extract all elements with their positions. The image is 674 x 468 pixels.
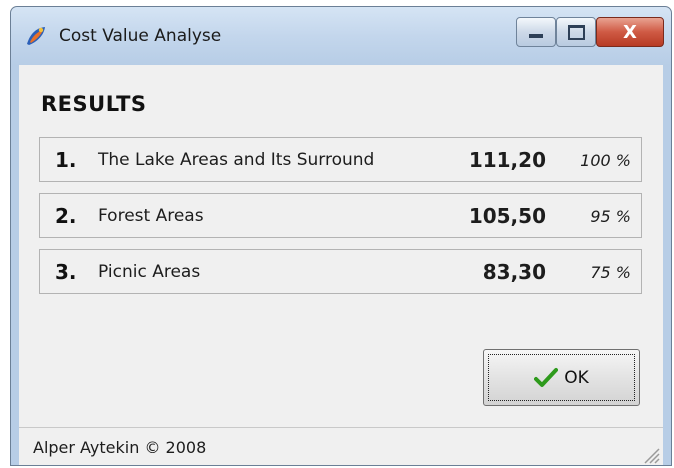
result-value: 105,50 <box>468 204 546 228</box>
result-percent: 95 % <box>590 207 631 226</box>
checkmark-icon <box>534 367 559 387</box>
result-row: 2. Forest Areas 105,50 95 % <box>39 193 642 238</box>
minimize-button[interactable] <box>516 17 556 47</box>
result-label: The Lake Areas and Its Surround <box>98 150 375 170</box>
results-heading: RESULTS <box>41 92 147 116</box>
minimize-icon <box>529 34 543 38</box>
result-rank: 2. <box>55 204 77 228</box>
resize-grip-icon[interactable] <box>641 445 661 465</box>
result-row: 1. The Lake Areas and Its Surround 111,2… <box>39 137 642 182</box>
result-label: Picnic Areas <box>98 262 201 282</box>
app-icon <box>27 27 45 45</box>
ok-button[interactable]: OK <box>483 349 640 406</box>
close-icon: X <box>623 21 637 43</box>
status-bar: Alper Aytekin © 2008 <box>19 427 663 465</box>
close-button[interactable]: X <box>596 17 664 47</box>
title-bar[interactable]: Cost Value Analyse X <box>11 7 671 65</box>
result-value: 83,30 <box>482 260 546 284</box>
result-row: 3. Picnic Areas 83,30 75 % <box>39 249 642 294</box>
copyright-text: Alper Aytekin © 2008 <box>33 438 207 457</box>
maximize-button[interactable] <box>556 17 596 47</box>
result-label: Forest Areas <box>98 206 204 226</box>
result-rank: 3. <box>55 260 77 284</box>
result-value: 111,20 <box>468 148 546 172</box>
result-rank: 1. <box>55 148 77 172</box>
ok-button-content: OK <box>534 367 589 389</box>
result-percent: 100 % <box>580 151 631 170</box>
maximize-icon <box>567 24 585 40</box>
app-window: Cost Value Analyse X RESULTS 1. The Lake… <box>10 6 672 466</box>
ok-button-label: OK <box>564 367 589 388</box>
result-percent: 75 % <box>590 263 631 282</box>
window-title: Cost Value Analyse <box>59 26 222 46</box>
results-panel: RESULTS 1. The Lake Areas and Its Surrou… <box>19 65 663 427</box>
